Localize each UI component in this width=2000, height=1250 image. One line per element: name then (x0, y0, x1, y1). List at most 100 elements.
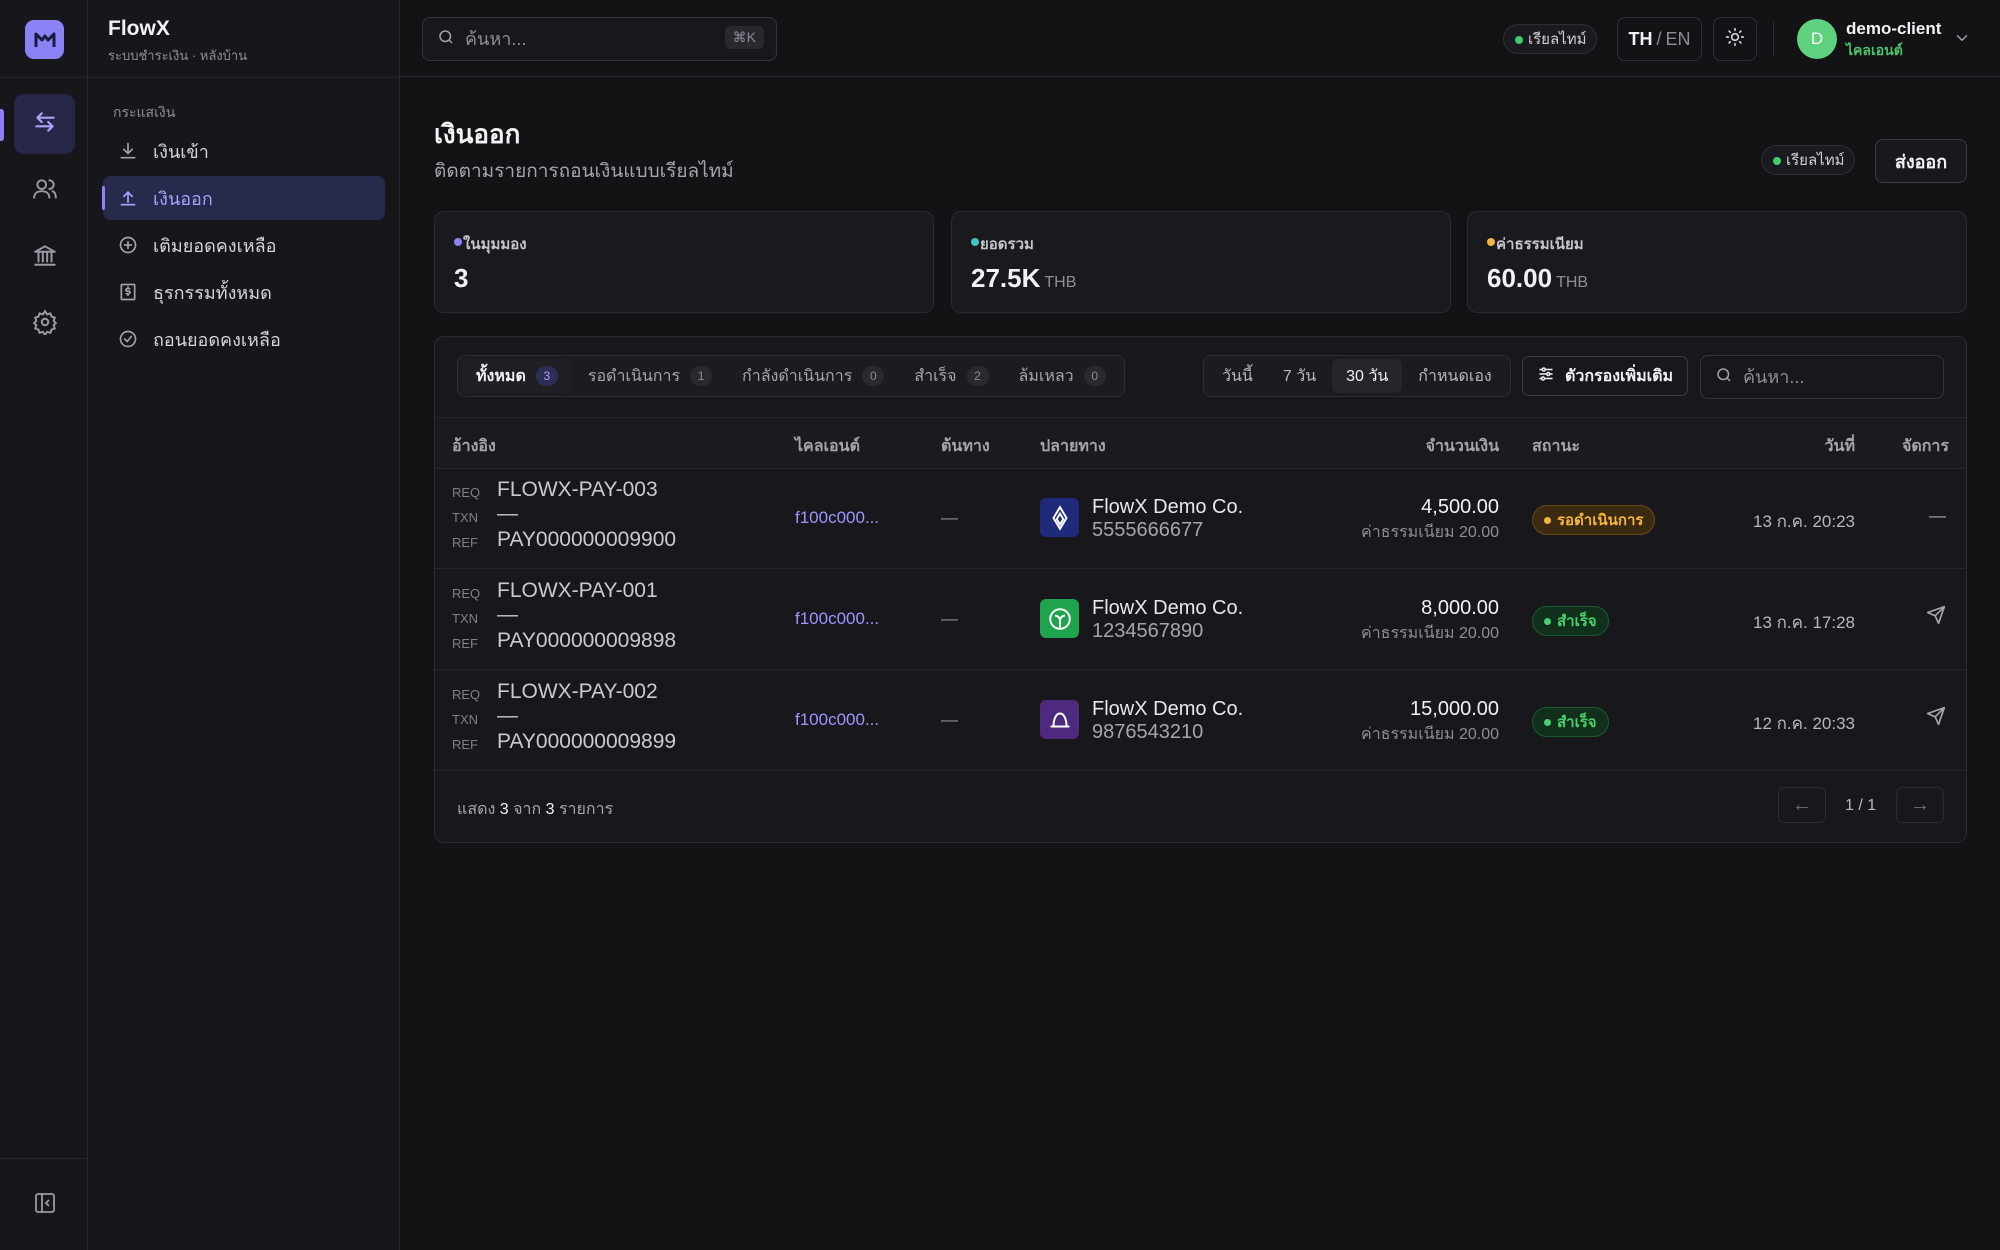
client-link[interactable]: f100c000... (795, 710, 879, 730)
amount-value: 15,000.00 (1410, 698, 1499, 720)
sidebar-item-outgoing[interactable]: เงินออก (102, 176, 385, 220)
range-7-days[interactable]: 7 วัน (1269, 359, 1330, 393)
col-status[interactable]: สถานะ (1532, 434, 1580, 459)
stat-unit: THB (1044, 274, 1077, 291)
range-today[interactable]: วันนี้ (1208, 359, 1267, 393)
destination-name: FlowX Demo Co. (1092, 597, 1244, 619)
tab-count: 0 (862, 366, 885, 386)
col-destination[interactable]: ปลายทาง (1040, 434, 1106, 459)
ref-label: REF (452, 535, 478, 550)
table-row[interactable]: REQ FLOWX-PAY-001 TXN — REF PAY000000009… (435, 569, 1966, 670)
tab-pending[interactable]: รอดำเนินการ 1 (574, 359, 726, 393)
rail-payments-button[interactable] (14, 94, 75, 154)
search-input[interactable] (465, 28, 705, 50)
app-logo-icon[interactable] (25, 20, 64, 59)
sidebar-item-withdraw-balance[interactable]: ถอนยอดคงเหลือ (103, 317, 385, 361)
req-label: REQ (452, 586, 481, 601)
rail-settings-button[interactable] (14, 294, 75, 354)
sidebar-item-label: เติมยอดคงเหลือ (153, 235, 277, 256)
avatar[interactable]: D (1797, 19, 1837, 59)
req-label: REQ (452, 687, 481, 702)
page-subtitle: ติดตามรายการถอนเงินแบบเรียลไทม์ (434, 161, 734, 182)
stat-value: 27.5K THB (971, 263, 1077, 293)
source-value: — (941, 710, 958, 729)
stat-card-total: ยอดรวม 27.5K THB (951, 211, 1451, 313)
table-row[interactable]: REQ FLOWX-PAY-002 TXN — REF PAY000000009… (435, 670, 1966, 771)
prev-page-button[interactable]: ← (1778, 787, 1826, 823)
search-shortcut-hint: ⌘K (724, 26, 764, 49)
rail-users-button[interactable] (14, 161, 75, 221)
language-switcher[interactable]: TH / EN (1617, 17, 1702, 61)
stat-label: ในมุมมอง (463, 236, 527, 253)
client-link[interactable]: f100c000... (795, 508, 879, 528)
next-page-button[interactable]: → (1896, 787, 1944, 823)
table-search-input[interactable] (1743, 366, 1933, 388)
range-30-days[interactable]: 30 วัน (1332, 359, 1403, 393)
rail-bottom-divider (0, 1158, 88, 1159)
ref-label: REF (452, 737, 478, 752)
send-icon[interactable] (1926, 605, 1946, 630)
rail-divider (0, 77, 88, 78)
send-icon[interactable] (1926, 706, 1946, 731)
users-icon (32, 176, 58, 207)
table-search[interactable] (1700, 355, 1944, 399)
ref-value: PAY000000009898 (497, 629, 677, 652)
user-role: ไคลเอนต์ (1846, 42, 1903, 58)
sidebar-item-all-transactions[interactable]: ธุรกรรมทั้งหมด (103, 270, 385, 314)
fee-value: ค่าธรรมเนียม 20.00 (1361, 524, 1499, 541)
lang-en[interactable]: EN (1666, 29, 1691, 50)
more-filters-button[interactable]: ตัวกรองเพิ่มเติม (1522, 356, 1688, 396)
col-date[interactable]: วันที่ (1825, 434, 1855, 459)
client-link[interactable]: f100c000... (795, 609, 879, 629)
sidebar-divider (88, 77, 400, 78)
tab-processing[interactable]: กำลังดำเนินการ 0 (728, 359, 898, 393)
txn-label: TXN (452, 712, 478, 727)
tab-all[interactable]: ทั้งหมด 3 (462, 359, 572, 393)
req-label: REQ (452, 485, 481, 500)
stat-card-fees: ค่าธรรมเนียม 60.00 THB (1467, 211, 1967, 313)
rail-bank-button[interactable] (14, 227, 75, 287)
status-badge: สำเร็จ (1532, 707, 1609, 737)
export-button[interactable]: ส่งออก (1875, 139, 1967, 183)
ref-value: PAY000000009899 (497, 730, 677, 753)
collapse-sidebar-button[interactable] (14, 1175, 75, 1235)
col-client[interactable]: ไคลเอนต์ (795, 434, 860, 459)
ref-label: REF (452, 636, 478, 651)
sidebar-item-incoming[interactable]: เงินเข้า (103, 129, 385, 173)
req-value: FLOWX-PAY-001 (497, 579, 658, 602)
fee-value: ค่าธรรมเนียม 20.00 (1361, 625, 1499, 642)
lang-th[interactable]: TH (1628, 29, 1652, 50)
tab-success[interactable]: สำเร็จ 2 (900, 359, 1002, 393)
status-badge: สำเร็จ (1532, 606, 1609, 636)
col-amount[interactable]: จำนวนเงิน (1426, 434, 1499, 459)
req-value: FLOWX-PAY-002 (497, 680, 658, 703)
stat-dot (971, 238, 979, 246)
sidebar-item-label: เงินเข้า (153, 141, 209, 162)
tab-count: 1 (690, 366, 713, 386)
global-search[interactable]: ⌘K (422, 17, 777, 61)
tab-count: 0 (1083, 366, 1106, 386)
receipt-icon (117, 281, 139, 303)
date-value: 13 ก.ค. 20:23 (1752, 512, 1855, 531)
kbank-leaf-icon (1040, 599, 1079, 638)
date-range-selector: วันนี้ 7 วัน 30 วัน กำหนดเอง (1203, 355, 1511, 397)
table-row[interactable]: REQ FLOWX-PAY-003 TXN — REF PAY000000009… (435, 468, 1966, 569)
chevron-down-icon[interactable] (1953, 29, 1971, 52)
stat-dot (454, 238, 462, 246)
range-custom[interactable]: กำหนดเอง (1404, 359, 1505, 393)
sliders-icon (1537, 365, 1555, 388)
col-reference[interactable]: อ้างอิง (452, 434, 496, 459)
stat-unit: THB (1556, 274, 1589, 291)
destination-account: 9876543210 (1092, 721, 1204, 743)
search-icon (1715, 366, 1733, 389)
theme-toggle-button[interactable] (1713, 17, 1757, 61)
tab-failed[interactable]: ล้มเหลว 0 (1005, 359, 1120, 393)
bank-icon (32, 242, 58, 273)
user-name[interactable]: demo-client (1846, 19, 1941, 39)
sun-icon (1725, 27, 1745, 52)
col-source[interactable]: ต้นทาง (941, 434, 990, 459)
more-filters-label: ตัวกรองเพิ่มเติม (1564, 367, 1674, 385)
sidebar-item-topup[interactable]: เติมยอดคงเหลือ (103, 223, 385, 267)
amount-value: 4,500.00 (1421, 496, 1499, 518)
download-icon (117, 140, 139, 162)
